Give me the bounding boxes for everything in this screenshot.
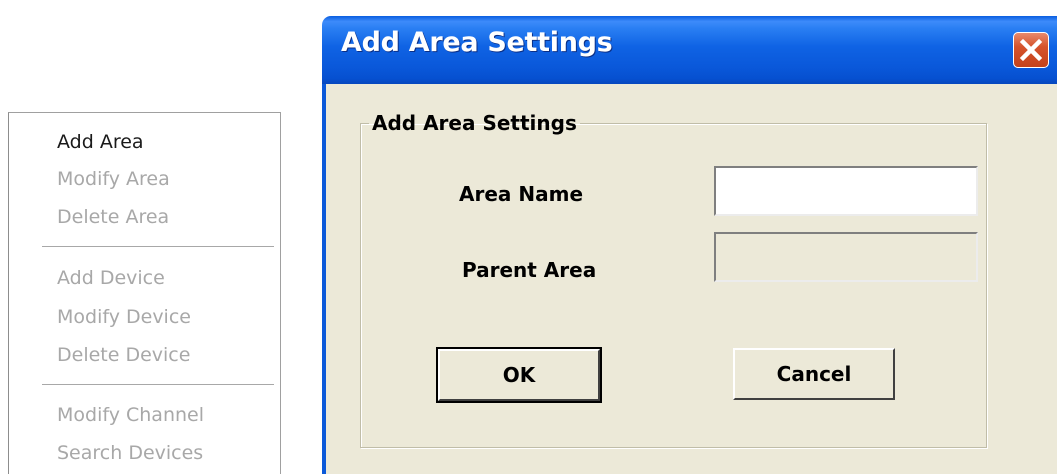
close-icon (1019, 38, 1043, 62)
group-title: Add Area Settings (372, 111, 577, 135)
menu-separator (42, 384, 274, 385)
menu-item-add-device: Add Device (57, 267, 165, 289)
menu-item-delete-area: Delete Area (57, 206, 170, 228)
add-area-dialog: Add Area Settings Add Area Settings Area… (322, 16, 1057, 474)
menu-item-delete-device: Delete Device (57, 344, 191, 366)
area-name-input[interactable] (714, 166, 978, 216)
dialog-titlebar[interactable]: Add Area Settings (322, 16, 1057, 84)
menu-item-modify-channel: Modify Channel (57, 404, 204, 426)
area-name-label: Area Name (459, 182, 584, 206)
ok-button[interactable]: OK (436, 347, 602, 403)
dialog-title: Add Area Settings (341, 27, 613, 58)
parent-area-input[interactable] (714, 232, 978, 282)
cancel-button[interactable]: Cancel (733, 348, 895, 400)
dialog-body: Add Area Settings Area Name Parent Area … (322, 84, 1057, 474)
parent-area-label: Parent Area (462, 258, 597, 282)
close-button[interactable] (1013, 32, 1049, 68)
menu-item-add-area[interactable]: Add Area (57, 130, 144, 154)
menu-item-modify-area: Modify Area (57, 168, 170, 190)
context-menu: Add Area Modify Area Delete Area Add Dev… (8, 112, 281, 474)
menu-item-search-devices: Search Devices (57, 442, 204, 464)
menu-item-modify-device: Modify Device (57, 306, 191, 328)
menu-separator (42, 246, 274, 247)
